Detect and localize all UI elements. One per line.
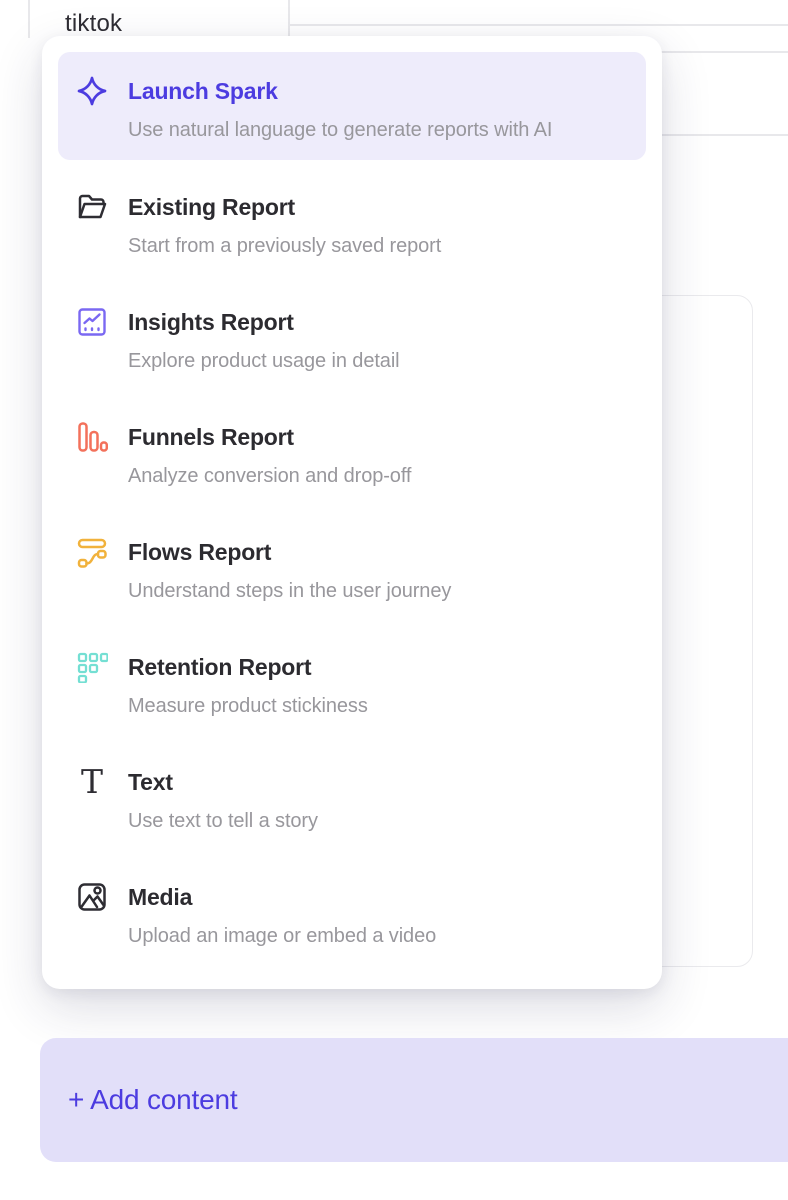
folder-open-icon [76, 191, 108, 223]
flows-icon [76, 536, 108, 568]
text-icon: T [76, 766, 108, 798]
menu-item-subtitle: Measure product stickiness [128, 690, 368, 722]
add-content-label: + Add content [68, 1084, 237, 1116]
screen: tiktok Launch Spark Use natural language… [0, 0, 788, 1200]
menu-item-title: Text [128, 765, 318, 799]
menu-item-retention-report[interactable]: Retention Report Measure product stickin… [58, 628, 646, 743]
board-item-title: tiktok [65, 10, 122, 38]
background-divider [288, 0, 290, 38]
menu-item-title: Insights Report [128, 305, 400, 339]
media-image-icon [76, 881, 108, 913]
background-divider [28, 0, 30, 38]
menu-item-text[interactable]: T Text Use text to tell a story [58, 743, 646, 858]
menu-item-subtitle: Upload an image or embed a video [128, 920, 436, 952]
menu-item-title: Funnels Report [128, 420, 411, 454]
menu-item-media[interactable]: Media Upload an image or embed a video [58, 858, 646, 973]
menu-item-subtitle: Analyze conversion and drop-off [128, 460, 411, 492]
menu-item-funnels-report[interactable]: Funnels Report Analyze conversion and dr… [58, 398, 646, 513]
retention-grid-icon [76, 651, 108, 683]
menu-item-subtitle: Start from a previously saved report [128, 230, 441, 262]
menu-item-title: Retention Report [128, 650, 368, 684]
spark-icon [76, 75, 108, 107]
menu-item-existing-report[interactable]: Existing Report Start from a previously … [58, 168, 646, 283]
funnels-bars-icon [76, 421, 108, 453]
menu-item-launch-spark[interactable]: Launch Spark Use natural language to gen… [58, 52, 646, 160]
menu-item-flows-report[interactable]: Flows Report Understand steps in the use… [58, 513, 646, 628]
menu-item-subtitle: Use natural language to generate reports… [128, 114, 552, 146]
menu-item-title: Launch Spark [128, 74, 552, 108]
add-content-menu: Launch Spark Use natural language to gen… [42, 36, 662, 989]
background-divider [288, 24, 788, 26]
menu-item-subtitle: Use text to tell a story [128, 805, 318, 837]
menu-item-subtitle: Understand steps in the user journey [128, 575, 451, 607]
add-content-button[interactable]: + Add content [40, 1038, 788, 1162]
menu-item-title: Existing Report [128, 190, 441, 224]
insights-chart-icon [76, 306, 108, 338]
menu-item-subtitle: Explore product usage in detail [128, 345, 400, 377]
menu-item-title: Media [128, 880, 436, 914]
menu-item-title: Flows Report [128, 535, 451, 569]
menu-item-insights-report[interactable]: Insights Report Explore product usage in… [58, 283, 646, 398]
